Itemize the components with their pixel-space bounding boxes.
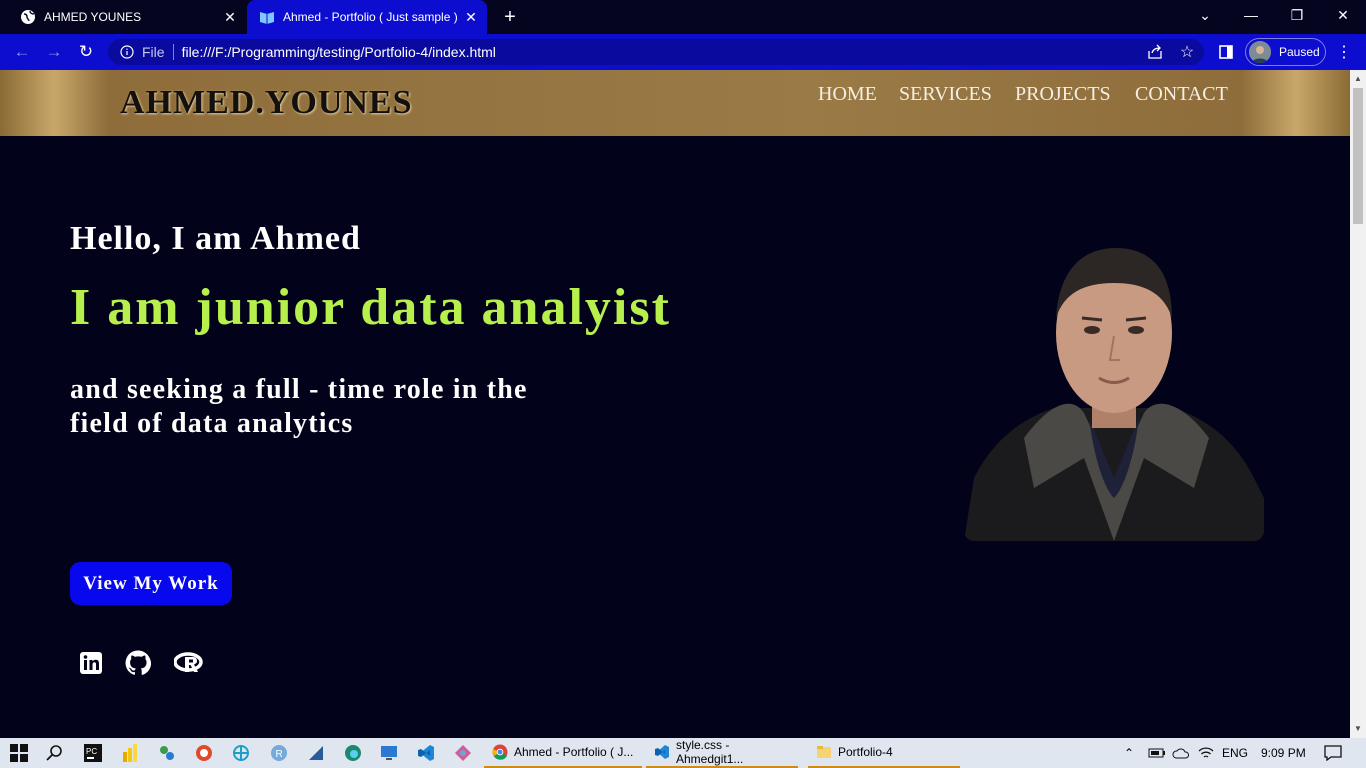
app-icon[interactable] (230, 741, 252, 765)
vscode-icon[interactable] (415, 741, 437, 765)
nav-contact[interactable]: CONTACT (1135, 83, 1228, 106)
taskbar-app-label: Portfolio-4 (838, 745, 893, 759)
taskbar-app-label: Ahmed - Portfolio ( J... (514, 745, 634, 759)
restore-icon[interactable]: ❐ (1274, 0, 1320, 30)
remote-desktop-icon[interactable] (378, 741, 400, 765)
book-icon (259, 9, 275, 25)
taskbar-vscode-window[interactable]: style.css - Ahmedgit1... (646, 738, 798, 768)
profile-photo (964, 248, 1264, 541)
wifi-icon[interactable] (1198, 738, 1214, 768)
back-icon[interactable]: ← (10, 40, 34, 64)
app-icon[interactable] (193, 741, 215, 765)
clock[interactable]: 9:09 PM (1261, 738, 1306, 768)
vscode-icon (654, 744, 670, 760)
scrollbar-thumb[interactable] (1353, 88, 1363, 224)
subtitle-line: field of data analytics (70, 408, 354, 439)
hero-subtitle: and seeking a full - time role in the fi… (70, 373, 590, 441)
menu-icon[interactable]: ⋮ (1334, 42, 1354, 62)
pycharm-icon[interactable]: PC (82, 741, 104, 765)
bookmark-star-icon[interactable]: ☆ (1177, 42, 1197, 62)
app-icon[interactable] (452, 741, 474, 765)
chrome-icon (492, 744, 508, 760)
svg-text:R: R (276, 749, 283, 760)
tab-label: Ahmed - Portfolio ( Just sample ) (283, 10, 458, 24)
language-indicator[interactable]: ENG (1222, 738, 1248, 768)
cloud-icon[interactable] (1172, 738, 1190, 768)
profile-button[interactable]: Paused (1245, 38, 1326, 66)
folder-icon (816, 744, 832, 760)
site-logo[interactable]: AHMED.YOUNES (120, 84, 413, 122)
tab-ahmed-younes[interactable]: AHMED YOUNES ✕ (0, 0, 246, 34)
site-header: AHMED.YOUNES HOME SERVICES PROJECTS CONT… (0, 70, 1350, 136)
side-panel-icon[interactable] (1216, 42, 1236, 62)
hero-greeting: Hello, I am Ahmed (70, 220, 361, 257)
hero-title: I am junior data analyist (70, 279, 671, 336)
profile-status: Paused (1279, 45, 1320, 59)
windows-start-icon[interactable] (8, 741, 30, 765)
info-icon[interactable] (118, 43, 136, 61)
minimize-icon[interactable]: — (1228, 0, 1274, 30)
github-icon[interactable] (125, 650, 151, 676)
edge-icon[interactable] (342, 741, 364, 765)
new-tab-button[interactable]: + (498, 5, 522, 29)
tray-chevron-icon[interactable]: ⌃ (1124, 738, 1134, 768)
forward-icon[interactable]: → (42, 40, 66, 64)
share-icon[interactable] (1145, 42, 1165, 62)
close-icon[interactable]: ✕ (218, 9, 242, 26)
taskbar-app-label: style.css - Ahmedgit1... (676, 738, 744, 766)
nav-home[interactable]: HOME (818, 83, 877, 106)
notifications-icon[interactable] (1324, 738, 1342, 768)
reload-icon[interactable]: ↻ (74, 40, 98, 64)
sql-server-icon[interactable] (305, 741, 327, 765)
divider (172, 44, 174, 60)
close-icon[interactable]: ✕ (459, 9, 483, 26)
view-my-work-button[interactable]: View My Work (70, 562, 232, 605)
globe-icon (20, 9, 36, 25)
svg-text:PC: PC (86, 747, 97, 756)
app-icon[interactable] (156, 741, 178, 765)
avatar (1249, 41, 1271, 63)
web-page: AHMED.YOUNES HOME SERVICES PROJECTS CONT… (0, 70, 1350, 738)
browser-tab-strip: AHMED YOUNES ✕ Ahmed - Portfolio ( Just … (0, 0, 1366, 34)
subtitle-line: and seeking a full - time role in the (70, 374, 528, 405)
taskbar-explorer-window[interactable]: Portfolio-4 (808, 738, 960, 768)
browser-toolbar: ← → ↻ File file:///F:/Programming/testin… (0, 34, 1366, 70)
search-icon[interactable] (44, 741, 66, 765)
windows-taskbar: PC R Ahmed - Portfolio ( J... style.css … (0, 738, 1366, 768)
battery-icon[interactable] (1148, 738, 1166, 768)
tab-search-icon[interactable]: ⌄ (1182, 0, 1228, 30)
r-icon[interactable] (174, 650, 204, 676)
tab-label: AHMED YOUNES (44, 10, 142, 24)
address-bar[interactable]: File file:///F:/Programming/testing/Port… (108, 39, 1204, 65)
scroll-up-icon[interactable]: ▲ (1353, 74, 1363, 84)
tab-portfolio[interactable]: Ahmed - Portfolio ( Just sample ) ✕ (247, 0, 487, 34)
power-bi-icon[interactable] (118, 741, 140, 765)
url-text[interactable]: file:///F:/Programming/testing/Portfolio… (182, 44, 496, 60)
rstudio-icon[interactable]: R (268, 741, 290, 765)
scheme-label: File (142, 44, 165, 60)
linkedin-icon[interactable] (78, 650, 104, 676)
nav-services[interactable]: SERVICES (899, 83, 992, 106)
page-scrollbar[interactable]: ▲ ▼ (1350, 70, 1366, 738)
nav-projects[interactable]: PROJECTS (1015, 83, 1111, 106)
taskbar-chrome-window[interactable]: Ahmed - Portfolio ( J... (484, 738, 642, 768)
close-window-icon[interactable]: ✕ (1320, 0, 1366, 30)
scroll-down-icon[interactable]: ▼ (1353, 724, 1363, 734)
